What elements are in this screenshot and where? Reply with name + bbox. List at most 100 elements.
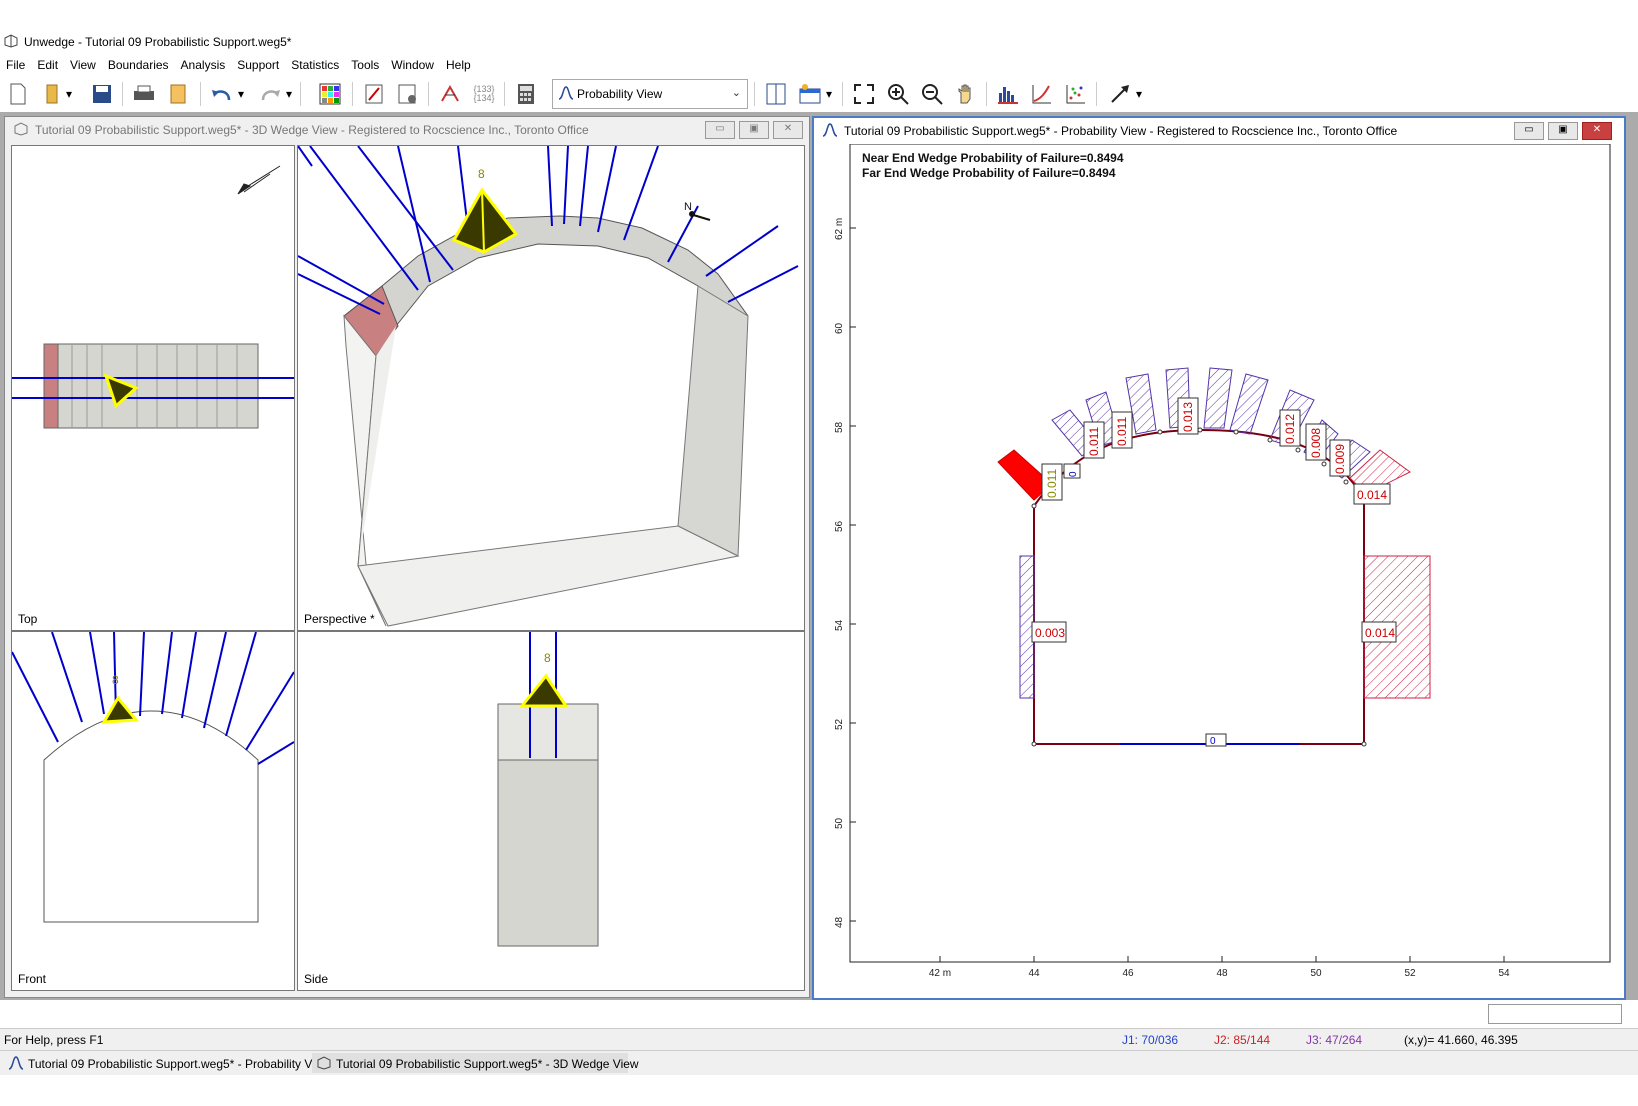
perspective-canvas: 8 N — [298, 146, 799, 627]
y-tick-56: 56 — [834, 520, 845, 532]
label-right-shoulder: 0.014 — [1357, 488, 1387, 502]
wedge-view-title: Tutorial 09 Probabilistic Support.weg5* … — [35, 123, 589, 137]
label-roof-5: 0.013 — [1181, 402, 1195, 432]
view-select[interactable]: Probability View ⌄ — [552, 79, 748, 109]
app-icon — [4, 34, 18, 48]
zoom-in-icon[interactable] — [884, 80, 912, 108]
label-roof-8: 0.009 — [1333, 444, 1347, 474]
tab-probability-view[interactable]: Tutorial 09 Probabilistic Support.weg5* … — [4, 1053, 330, 1073]
support-icon[interactable] — [436, 80, 464, 108]
probability-canvas-pane[interactable]: 62 m 60 58 56 54 52 50 48 42 m 44 46 48 … — [820, 144, 1616, 992]
export-icon[interactable] — [164, 80, 192, 108]
side-view-pane[interactable]: 8 Side — [297, 631, 805, 991]
print-icon[interactable] — [130, 80, 158, 108]
add-window-icon[interactable] — [796, 80, 824, 108]
label-roof-7: 0.008 — [1309, 428, 1323, 458]
undo-dropdown-arrow[interactable]: ▾ — [234, 80, 248, 108]
calculator-icon[interactable] — [512, 80, 540, 108]
save-icon[interactable] — [88, 80, 116, 108]
menu-bar: File Edit View Boundaries Analysis Support Sta… — [0, 54, 1638, 76]
status-j2: J2: 85/144 — [1214, 1033, 1271, 1047]
zoom-out-icon[interactable] — [918, 80, 946, 108]
probability-curve-icon — [822, 123, 838, 137]
settings-icon[interactable] — [394, 80, 422, 108]
add-window-dropdown-arrow[interactable]: ▾ — [822, 80, 836, 108]
probability-view-window[interactable]: Tutorial 09 Probabilistic Support.weg5* … — [812, 116, 1626, 1000]
edit-icon[interactable] — [360, 80, 388, 108]
menu-tools[interactable]: Tools — [345, 54, 385, 72]
toolbar: ▾ ▾ ▾ {133} {134} Probability View ⌄ ▾ ▾ — [0, 76, 1638, 113]
front-pane-label: Front — [18, 972, 47, 986]
label-roof-2: 0 — [1068, 471, 1079, 477]
chevron-down-icon: ⌄ — [731, 87, 741, 99]
probability-curve-icon — [558, 86, 574, 100]
menu-analysis[interactable]: Analysis — [175, 54, 232, 72]
view-select-value: Probability View — [577, 87, 663, 101]
wedge-view-icon — [317, 1056, 331, 1070]
y-tick-48: 48 — [834, 916, 845, 928]
far-end-probability: Far End Wedge Probability of Failure=0.8… — [862, 166, 1116, 180]
arrow-tool-dropdown-arrow[interactable]: ▾ — [1132, 80, 1146, 108]
y-tick-62: 62 m — [834, 218, 845, 240]
menu-help[interactable]: Help — [440, 54, 477, 72]
restore-button[interactable]: ▣ — [1548, 122, 1578, 140]
close-button[interactable]: ✕ — [1582, 122, 1612, 140]
new-file-icon[interactable] — [4, 80, 32, 108]
top-view-canvas — [12, 165, 294, 429]
status-bar: For Help, press F1 J1: 70/036 J2: 85/144… — [0, 1028, 1638, 1051]
perspective-wedge-number: 8 — [478, 167, 485, 181]
probability-view-titlebar[interactable]: Tutorial 09 Probabilistic Support.weg5* … — [814, 118, 1624, 142]
undo-icon[interactable] — [208, 80, 236, 108]
arrow-tool-icon[interactable] — [1106, 80, 1134, 108]
app-title: Unwedge - Tutorial 09 Probabilistic Supp… — [24, 35, 292, 49]
maximize-button[interactable]: ▣ — [739, 121, 769, 139]
minimize-button[interactable]: ▭ — [1514, 122, 1544, 140]
minimize-button[interactable]: ▭ — [705, 121, 735, 139]
wedge-view-window[interactable]: Tutorial 09 Probabilistic Support.weg5* … — [4, 116, 810, 998]
y-tick-52: 52 — [834, 718, 845, 730]
menu-edit[interactable]: Edit — [31, 54, 64, 72]
svg-text:N: N — [684, 201, 692, 213]
scatter-icon[interactable] — [1062, 80, 1090, 108]
zoom-extents-icon[interactable] — [850, 80, 878, 108]
label-roof-6: 0.012 — [1283, 414, 1297, 444]
front-wedge-number: 8 — [112, 673, 119, 687]
wedge-view-titlebar[interactable]: Tutorial 09 Probabilistic Support.weg5* … — [5, 117, 809, 141]
open-dropdown-arrow[interactable]: ▾ — [62, 80, 76, 108]
perspective-view-pane[interactable]: 8 N Perspective * — [297, 145, 805, 631]
tile-icon[interactable] — [762, 80, 790, 108]
status-coordinates: (x,y)= 41.660, 46.395 — [1404, 1033, 1518, 1047]
menu-support[interactable]: Support — [231, 54, 285, 72]
label-roof-4: 0.011 — [1115, 417, 1129, 446]
wedge-view-icon — [14, 122, 28, 136]
line-chart-icon[interactable] — [1028, 80, 1056, 108]
probability-plot: 62 m 60 58 56 54 52 50 48 42 m 44 46 48 … — [834, 144, 1611, 979]
top-view-pane[interactable]: Top — [11, 145, 295, 631]
bar-chart-icon[interactable] — [994, 80, 1022, 108]
y-tick-58: 58 — [834, 421, 845, 433]
color-grid-icon[interactable] — [316, 80, 344, 108]
pan-icon[interactable] — [952, 80, 980, 108]
redo-dropdown-arrow[interactable]: ▾ — [282, 80, 296, 108]
tab-wedge-view[interactable]: Tutorial 09 Probabilistic Support.weg5* … — [312, 1053, 639, 1073]
numbering-icon[interactable]: {133} {134} — [470, 80, 498, 108]
near-end-probability: Near End Wedge Probability of Failure=0.… — [862, 151, 1124, 165]
app-title-bar: Unwedge - Tutorial 09 Probabilistic Supp… — [0, 30, 1638, 52]
x-tick-44: 44 — [1028, 968, 1040, 979]
label-roof-1: 0.011 — [1045, 469, 1059, 498]
close-button[interactable]: ✕ — [773, 121, 803, 139]
menu-statistics[interactable]: Statistics — [285, 54, 345, 72]
redo-icon[interactable] — [256, 80, 284, 108]
menu-view[interactable]: View — [64, 54, 102, 72]
front-view-pane[interactable]: 8 Front — [11, 631, 295, 991]
menu-boundaries[interactable]: Boundaries — [102, 54, 175, 72]
menu-window[interactable]: Window — [385, 54, 440, 72]
x-tick-42: 42 m — [929, 968, 951, 979]
status-j3: J3: 47/264 — [1306, 1033, 1363, 1047]
menu-file[interactable]: File — [0, 54, 31, 72]
side-wedge-number: 8 — [544, 651, 551, 665]
label-left-wall: 0.003 — [1035, 626, 1065, 640]
label-roof-3: 0.011 — [1087, 427, 1101, 456]
x-tick-46: 46 — [1122, 968, 1134, 979]
window-tab-bar: Tutorial 09 Probabilistic Support.weg5* … — [0, 1050, 1638, 1075]
